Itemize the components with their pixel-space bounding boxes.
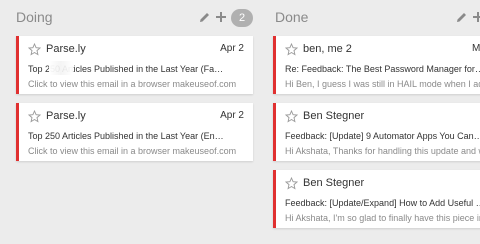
email-date: M (472, 43, 480, 54)
email-preview: Hi Akshata, Thanks for handling this upd… (285, 146, 480, 156)
email-date: Apr 2 (220, 110, 244, 121)
email-card[interactable]: Ben Stegner Feedback: [Update] 9 Automat… (273, 103, 480, 161)
email-subject: Feedback: [Update] 9 Automator Apps You … (285, 131, 480, 141)
edit-icon[interactable] (199, 11, 211, 23)
email-preview: Click to view this email in a browser ma… (28, 79, 237, 89)
sender-name: Ben Stegner (303, 177, 365, 189)
star-icon[interactable] (28, 43, 41, 56)
email-preview: Hi Ben, I guess I was still in HAIL mode… (285, 79, 480, 89)
email-subject: Top 250 Articles Published in the Last Y… (28, 131, 224, 141)
email-subject: Re: Feedback: The Best Password Manager … (285, 64, 480, 74)
email-card[interactable]: Parse.ly Apr 2 Top 250 Articles Publishe… (16, 103, 253, 161)
email-preview: Click to view this email in a browser ma… (28, 146, 237, 156)
email-subject: Feedback: [Update/Expand] How to Add Use… (285, 198, 480, 208)
email-preview: Hi Akshata, I'm so glad to finally have … (285, 213, 480, 223)
email-card[interactable]: Parse.ly Apr 2 Top 250 Articles Publishe… (16, 36, 253, 94)
column-title: Done (275, 9, 309, 25)
star-icon[interactable] (285, 177, 298, 190)
sender-name: Parse.ly (46, 110, 86, 122)
email-card[interactable]: ben, me 2 M Re: Feedback: The Best Passw… (273, 36, 480, 94)
column-doing: Doing 2 Parse.ly Apr 2 Top 250 Articles … (0, 0, 262, 244)
column-header-done: Done (262, 9, 480, 27)
email-date: Apr 2 (220, 43, 244, 54)
add-icon[interactable] (215, 11, 227, 23)
sender-name: Ben Stegner (303, 110, 365, 122)
star-icon[interactable] (28, 110, 41, 123)
sender-name: Parse.ly (46, 43, 86, 55)
star-icon[interactable] (285, 43, 298, 56)
count-badge: 2 (231, 9, 253, 27)
column-done: Done ben, me 2 M Re: Feedback: The Best … (262, 0, 480, 244)
sender-name: ben, me 2 (303, 43, 352, 55)
column-header-doing: Doing 2 (0, 9, 262, 27)
star-icon[interactable] (285, 110, 298, 123)
column-title: Doing (16, 9, 53, 25)
edit-icon[interactable] (456, 11, 468, 23)
blurred-region (49, 61, 73, 75)
email-card[interactable]: Ben Stegner Feedback: [Update/Expand] Ho… (273, 170, 480, 228)
add-icon[interactable] (472, 11, 480, 23)
